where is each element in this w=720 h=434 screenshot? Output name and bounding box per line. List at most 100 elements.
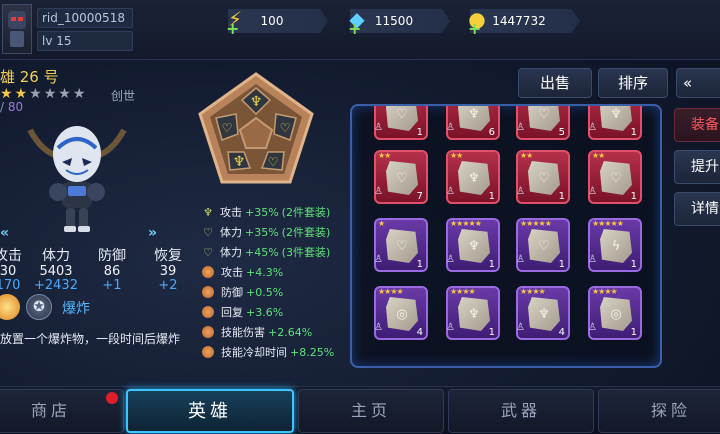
orb-icon [202,346,214,358]
add-gold-icon[interactable]: + [468,19,481,38]
sword-icon: ♆ [203,205,213,219]
rune-count: 1 [416,259,423,270]
nav-hero[interactable]: 英雄 [126,389,294,433]
hero-mini-icon: ♙ [588,122,597,133]
rune-slot[interactable]: ★★★★ ◎ ♙ 4 [374,286,428,340]
rune-slot[interactable]: ★★★★ ◎ ♙ 1 [588,286,642,340]
rune-slot[interactable]: ★★ ♡ ♙ 1 [516,150,570,204]
rune-icon: ◎ [600,297,632,331]
bomb-skill-icon[interactable]: ✪ [26,294,52,320]
skill-description: 放置一个爆炸物，一段时间后爆炸 [0,332,181,346]
heart-icon: ♡ [203,225,213,239]
bonus-value: +35% [245,225,279,239]
stat-bonus: +2432 [34,278,78,293]
hero-mini-icon: ♙ [446,322,455,333]
rune-slot[interactable]: ★★ ♆ ♙ 1 [446,150,500,204]
bonus-note: (3件套装) [281,246,331,259]
bonus-note: (2件套装) [281,206,331,219]
nav-weapon[interactable]: 武器 [448,389,594,433]
bonus-value: +35% [245,205,279,219]
heart-icon: ♡ [203,245,213,259]
rune-slot[interactable]: ★ ♡ ♙ 1 [374,218,428,272]
hero-mini-icon: ♙ [516,322,525,333]
stat-bonus: 170 [0,278,21,293]
bonus-row: 技能伤害 +2.64% [200,322,350,342]
rune-stars: ★★ [520,151,533,160]
hero-mini-icon: ♙ [588,186,597,197]
bonus-row: ♡ 体力 +45% (3件套装) [200,242,350,262]
rune-count: 1 [488,327,495,338]
rune-stars: ★★ [592,151,605,160]
rune-stars: ★★★★ [378,287,404,296]
rune-count: 1 [488,259,495,270]
rune-icon: ♡ [386,229,418,263]
fire-skill-icon[interactable] [0,294,20,320]
rune-slot[interactable]: ♆ ♙ 1 [588,106,642,140]
add-diamond-icon[interactable]: + [348,19,361,38]
stat-value: 86 [103,264,121,279]
rune-slot[interactable]: ♡ ♙ 5 [516,106,570,140]
hero-figure[interactable] [22,112,132,236]
svg-text:♡: ♡ [280,121,291,135]
tab-equip[interactable]: 装备 [674,108,720,142]
orb-icon [202,286,214,298]
rune-stars: ★★★★★ [450,219,482,228]
rune-slot[interactable]: ★★★★ ♆ ♙ 4 [516,286,570,340]
rune-icon: ♡ [386,106,418,131]
hero-tag: 创世 [111,89,136,103]
hero-mini-icon: ♙ [588,254,597,265]
next-hero-icon[interactable]: » [148,225,157,241]
rune-inventory-grid[interactable]: ♡ ♙ 1 ♆ ♙ 6 ♡ ♙ 5 ♆ ♙ 1 ★★ ♡ ♙ 7 ★★ ♆ ♙ 1 ★★ ♡ ♙ 1 ★★ ♡ ♙ 1 ★ ♡ ♙ 1 ★★★★… [350,104,662,368]
svg-text:♡: ♡ [222,121,233,135]
rune-count: 1 [630,191,637,202]
stat-value: 5403 [39,264,73,279]
bonus-row: 防御 +0.5% [200,282,350,302]
stat-value: 39 [159,264,177,279]
stat-bonus: +2 [158,278,178,293]
diamond-icon[interactable]: ◆ + [344,6,370,38]
rune-slot[interactable]: ★★★★ ♆ ♙ 1 [446,286,500,340]
hero-level-max: 80 [7,100,24,114]
bonus-stat: 防御 [221,286,243,299]
orb-icon [202,266,214,278]
bonus-row: 攻击 +4.3% [200,262,350,282]
rune-slot[interactable]: ★★ ♡ ♙ 7 [374,150,428,204]
nav-explore[interactable]: 探险 [598,389,720,433]
rune-count: 1 [558,191,565,202]
svg-text:♆: ♆ [250,94,263,110]
hero-name: 雄 26 号 [0,68,59,86]
rune-slot[interactable]: ♡ ♙ 1 [374,106,428,140]
rune-icon: ♆ [600,106,632,131]
player-id: rid_10000518 [37,8,133,28]
rune-slot[interactable]: ★★★★★ ϟ ♙ 1 [588,218,642,272]
star-icon: ★ [72,86,88,102]
bonus-value: +2.64% [268,325,313,339]
sell-button[interactable]: 出售 [518,68,592,98]
player-avatar[interactable] [2,4,32,54]
collapse-button[interactable]: « [676,68,720,98]
rune-count: 1 [558,259,565,270]
nav-home[interactable]: 主页 [298,389,444,433]
bonus-stat: 体力 [220,226,242,239]
rune-stars: ★★ [378,151,391,160]
sort-button[interactable]: 排序 [598,68,668,98]
lightning-icon[interactable]: ⚡ + [222,6,248,38]
svg-text:♆: ♆ [233,154,246,170]
add-energy-icon[interactable]: + [226,19,239,38]
gold-icon[interactable]: ● + [464,6,490,38]
rune-slot[interactable]: ★★★★★ ♆ ♙ 1 [446,218,500,272]
tab-upgrade[interactable]: 提升 [674,150,720,184]
bonus-row: ♡ 体力 +35% (2件套装) [200,222,350,242]
rune-slot[interactable]: ★★★★★ ♡ ♙ 1 [516,218,570,272]
prev-hero-icon[interactable]: « [0,225,9,241]
rune-icon: ♡ [528,161,560,195]
hero-mini-icon: ♙ [516,186,525,197]
rune-icon: ϟ [600,229,632,263]
rune-count: 1 [630,127,637,138]
rune-pentagon: ♆ ♡ ♡ ♆ ♡ [196,70,316,190]
rune-slot[interactable]: ★★ ♡ ♙ 1 [588,150,642,204]
tab-details[interactable]: 详情 [674,192,720,226]
rune-stars: ★★★★ [592,287,618,296]
hero-character-icon [27,126,127,232]
rune-slot[interactable]: ♆ ♙ 6 [446,106,500,140]
